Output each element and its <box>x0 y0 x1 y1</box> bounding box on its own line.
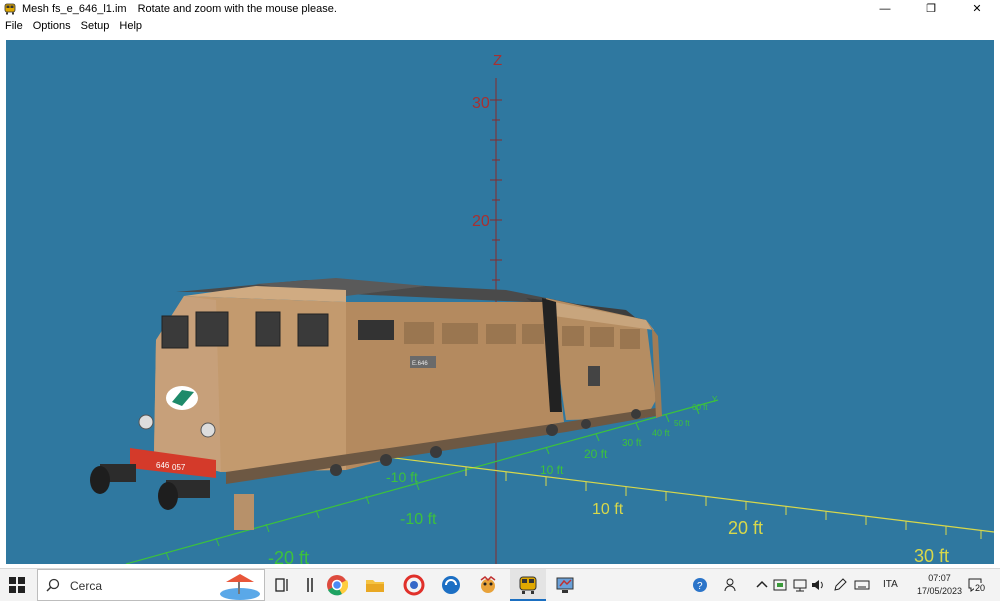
menu-file[interactable]: File <box>0 20 28 32</box>
x-tick-20: 20 ft <box>728 518 763 538</box>
keyboard-icon[interactable] <box>854 577 870 593</box>
network-icon[interactable] <box>792 577 808 593</box>
window-hint: Rotate and zoom with the mouse please. <box>137 2 337 15</box>
menu-setup[interactable]: Setup <box>76 20 115 32</box>
z-axis-label: Z <box>493 52 502 69</box>
title-bar: Mesh fs_e_646_l1.im Rotate and zoom with… <box>0 0 1000 17</box>
locomotive-model[interactable]: E.646 646 057 <box>90 278 662 530</box>
train-app-icon <box>4 3 16 14</box>
search-highlight-icon <box>220 574 260 600</box>
search-placeholder: Cerca <box>70 579 103 593</box>
neg-tick-20: -20 ft <box>268 548 309 564</box>
viewport-scene: Z 30 20 Y 60 ft 50 ft 40 ft 30 ft 20 ft … <box>90 52 994 564</box>
loco-number-right: 057 <box>172 463 186 472</box>
y-tick-30: 30 ft <box>622 438 642 449</box>
taskbar: Cerca ? ITA 07:07 17/05/2023 20 <box>0 568 1000 601</box>
search-icon <box>46 578 60 592</box>
x-tick-30: 30 ft <box>914 546 949 564</box>
x-tick-10: 10 ft <box>592 501 624 518</box>
chrome-icon[interactable] <box>326 574 348 596</box>
help-tray-icon[interactable]: ? <box>692 577 708 593</box>
app-icon-mascot[interactable] <box>477 574 499 596</box>
search-input[interactable]: Cerca <box>37 569 265 601</box>
windows-start-icon[interactable] <box>8 576 26 594</box>
y-axis-label: Y <box>712 395 718 404</box>
menu-bar: File Options Setup Help <box>0 17 1000 34</box>
clock-time: 07:07 <box>928 573 951 583</box>
app-icon-red-swirl[interactable] <box>403 574 425 596</box>
file-explorer-icon[interactable] <box>364 574 386 596</box>
menu-help[interactable]: Help <box>114 20 147 32</box>
loco-side-label: E.646 <box>412 361 428 367</box>
volume-icon[interactable] <box>810 577 826 593</box>
clock[interactable]: 07:07 17/05/2023 <box>917 572 962 598</box>
maximize-button[interactable]: ❐ <box>908 0 954 17</box>
task-view-icon[interactable] <box>272 574 294 596</box>
app-icon-blue-circle[interactable] <box>440 574 462 596</box>
widgets-icon[interactable] <box>300 574 322 596</box>
tray-app-icon[interactable] <box>772 577 788 593</box>
chevron-up-icon[interactable] <box>754 577 770 593</box>
app-icon-monitor[interactable] <box>554 574 576 596</box>
language-indicator[interactable]: ITA <box>883 579 898 590</box>
y-tick-40: 40 ft <box>652 428 670 438</box>
y-tick-10: 10 ft <box>540 463 564 477</box>
x-axis <box>345 451 994 539</box>
train-app-taskbar-icon[interactable] <box>517 574 539 596</box>
menu-options[interactable]: Options <box>28 20 76 32</box>
y-tick-60: 60 ft <box>692 403 708 412</box>
neg-tick-10a: -10 ft <box>386 469 418 485</box>
y-tick-20: 20 ft <box>584 447 608 461</box>
window-title: Mesh fs_e_646_l1.im <box>22 2 127 15</box>
clock-date: 17/05/2023 <box>916 586 962 596</box>
z-tick-20: 20 <box>472 213 490 230</box>
y-tick-50: 50 ft <box>674 419 690 428</box>
close-button[interactable]: ✕ <box>954 0 1000 17</box>
people-tray-icon[interactable] <box>724 577 740 593</box>
3d-viewport[interactable]: Z 30 20 Y 60 ft 50 ft 40 ft 30 ft 20 ft … <box>6 40 994 564</box>
minimize-button[interactable]: — <box>862 0 908 17</box>
neg-tick-10b: -10 ft <box>400 511 437 528</box>
window-controls: — ❐ ✕ <box>862 0 1000 17</box>
z-tick-30: 30 <box>472 95 490 112</box>
loco-number-left: 646 <box>156 461 170 470</box>
svg-text:?: ? <box>697 581 703 592</box>
notification-count: 20 <box>974 583 987 593</box>
pen-icon[interactable] <box>832 577 848 593</box>
